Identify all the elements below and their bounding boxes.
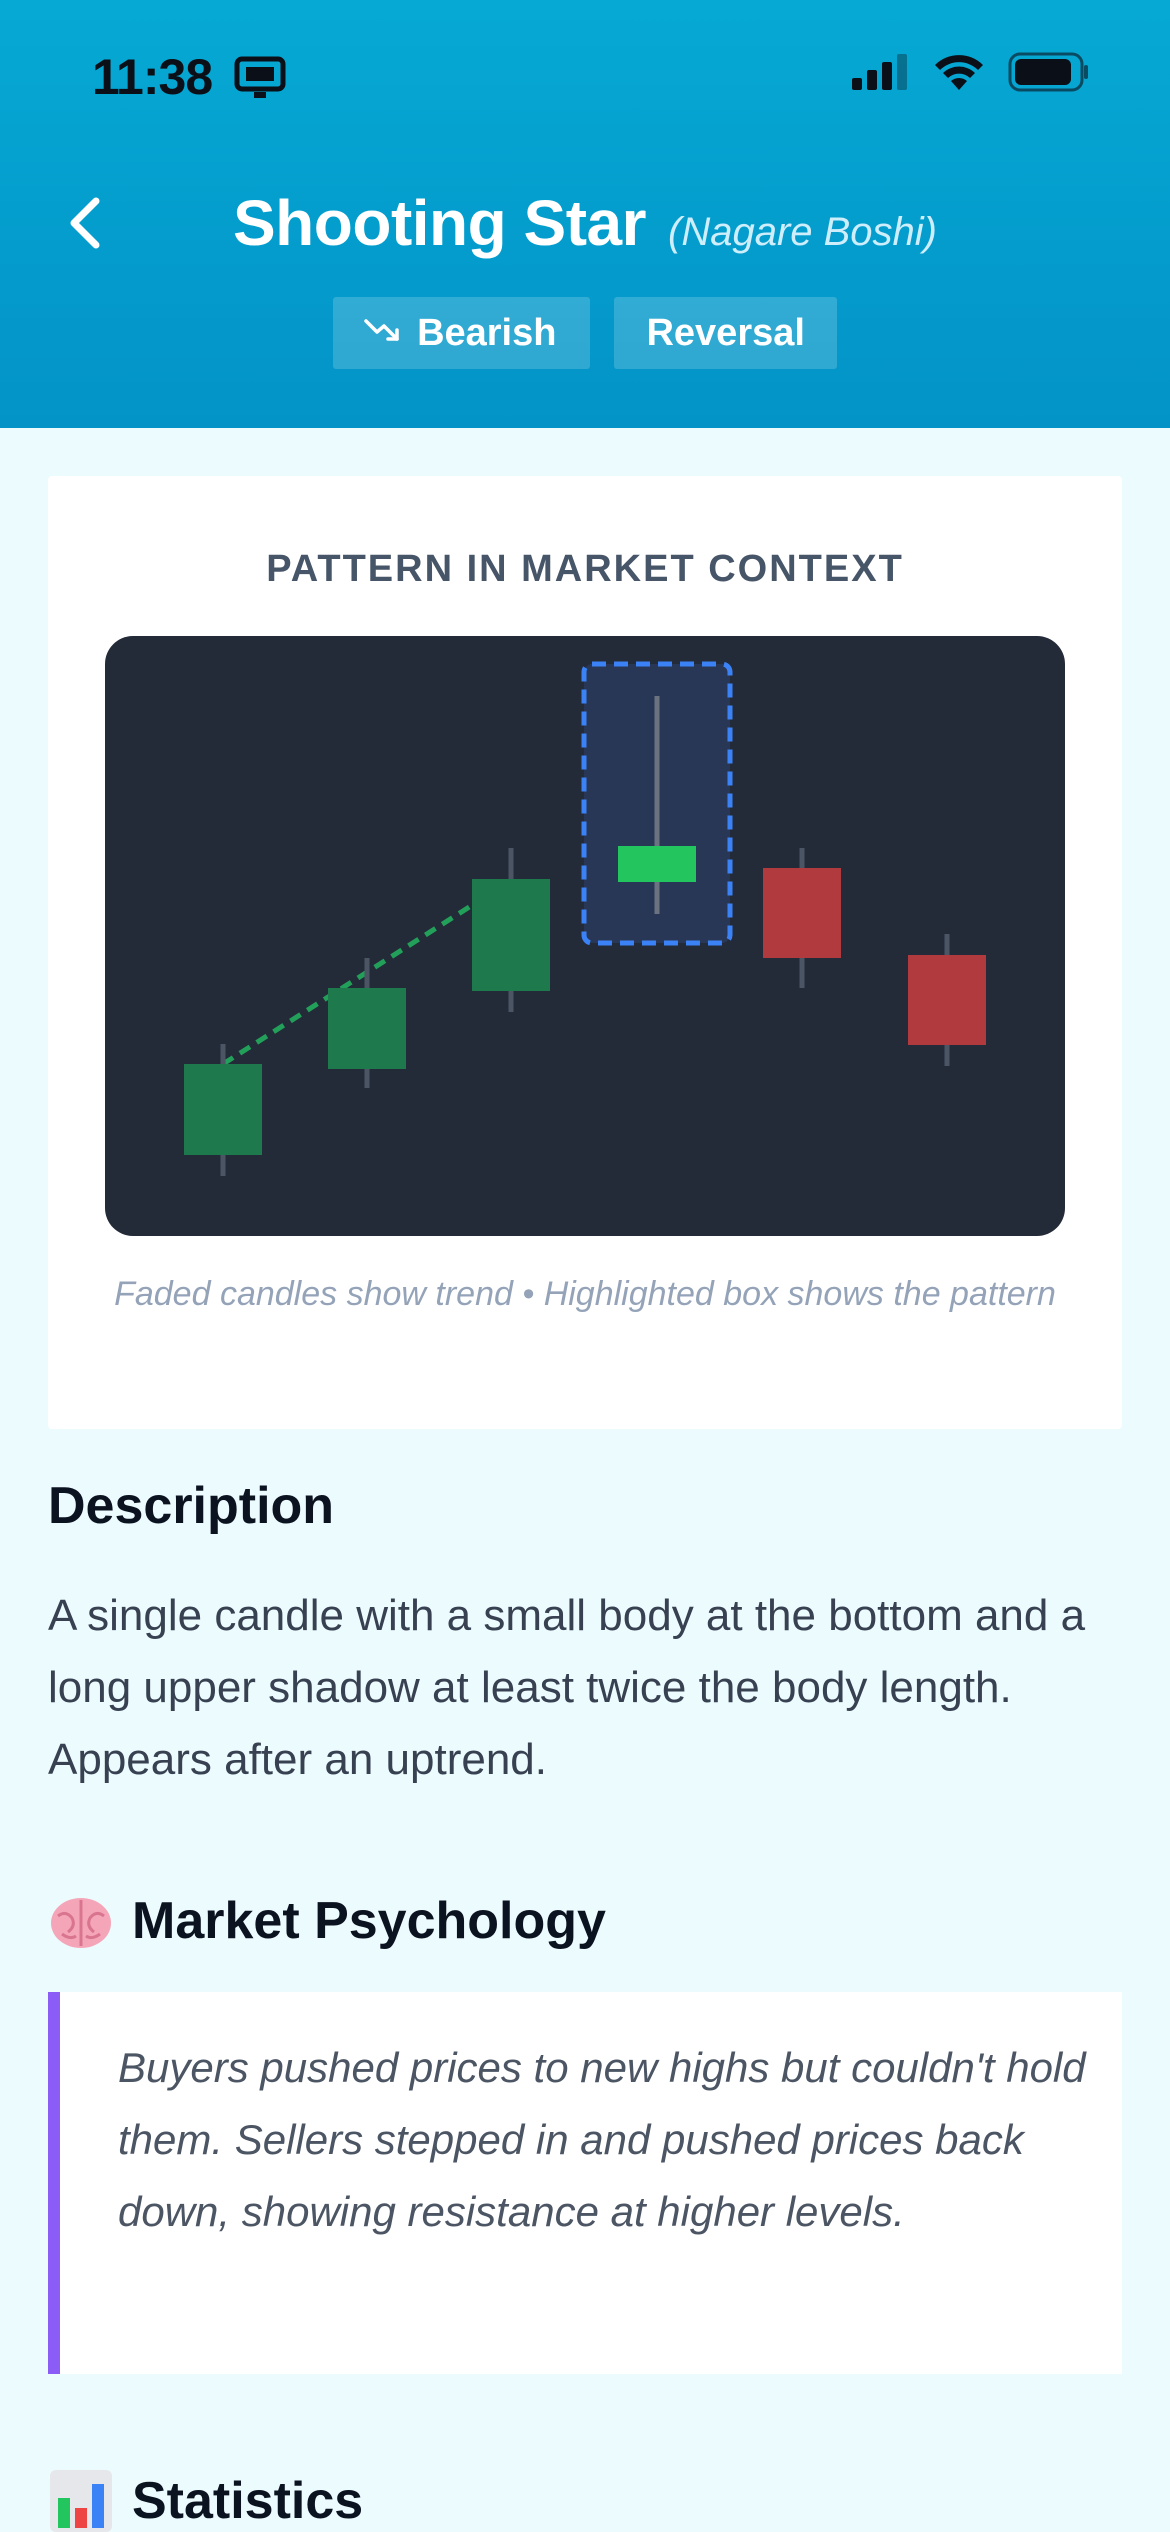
page-title: Shooting Star <box>232 187 647 259</box>
tag-label: Bearish <box>417 311 557 354</box>
title-row: Shooting Star (Nagare Boshi) <box>0 186 1170 260</box>
page-subtitle: (Nagare Boshi) <box>668 210 938 254</box>
battery-icon <box>1008 52 1090 97</box>
trend-down-icon <box>363 312 403 355</box>
status-bar: 11:38 <box>0 0 1170 150</box>
wifi-icon <box>932 52 986 97</box>
header: 11:38 Shooting Star (Nagare Boshi) Beari… <box>0 0 1170 428</box>
chart-caption: Faded candles show trend • Highlighted b… <box>114 1275 1056 1313</box>
candle-6 <box>908 934 986 1066</box>
bar-chart-icon <box>48 2468 114 2532</box>
status-icons <box>850 52 1090 97</box>
candle-5 <box>763 848 841 988</box>
candlestick-svg <box>184 661 986 1176</box>
candlestick-chart <box>105 636 1065 1236</box>
brain-icon <box>48 1888 114 1954</box>
tag-label: Reversal <box>646 311 805 354</box>
pattern-chart-card: PATTERN IN MARKET CONTEXT Faded candles … <box>48 476 1122 1429</box>
candle-2 <box>328 958 406 1088</box>
description-heading: Description <box>48 1476 334 1536</box>
screen-mirroring-icon <box>234 56 286 105</box>
candle-3 <box>472 848 550 1012</box>
description-heading-text: Description <box>48 1477 335 1535</box>
tag-bearish: Bearish <box>333 297 591 369</box>
tag-reversal: Reversal <box>614 297 837 369</box>
psychology-text: Buyers pushed prices to new highs but co… <box>118 2044 1086 2235</box>
psychology-heading: Market Psychology <box>48 1888 606 1954</box>
card-title: PATTERN IN MARKET CONTEXT <box>266 548 904 590</box>
psychology-heading-text: Market Psychology <box>132 1892 606 1950</box>
signal-icon <box>850 52 910 97</box>
statistics-heading-text: Statistics <box>132 2472 364 2530</box>
candle-1 <box>184 1044 262 1176</box>
statistics-heading: Statistics <box>48 2468 363 2532</box>
description-text: A single candle with a small body at the… <box>48 1591 1086 1784</box>
tag-list: Bearish Reversal <box>0 297 1170 369</box>
psychology-quote: Buyers pushed prices to new highs but co… <box>48 1992 1122 2374</box>
status-time: 11:38 <box>92 49 213 105</box>
